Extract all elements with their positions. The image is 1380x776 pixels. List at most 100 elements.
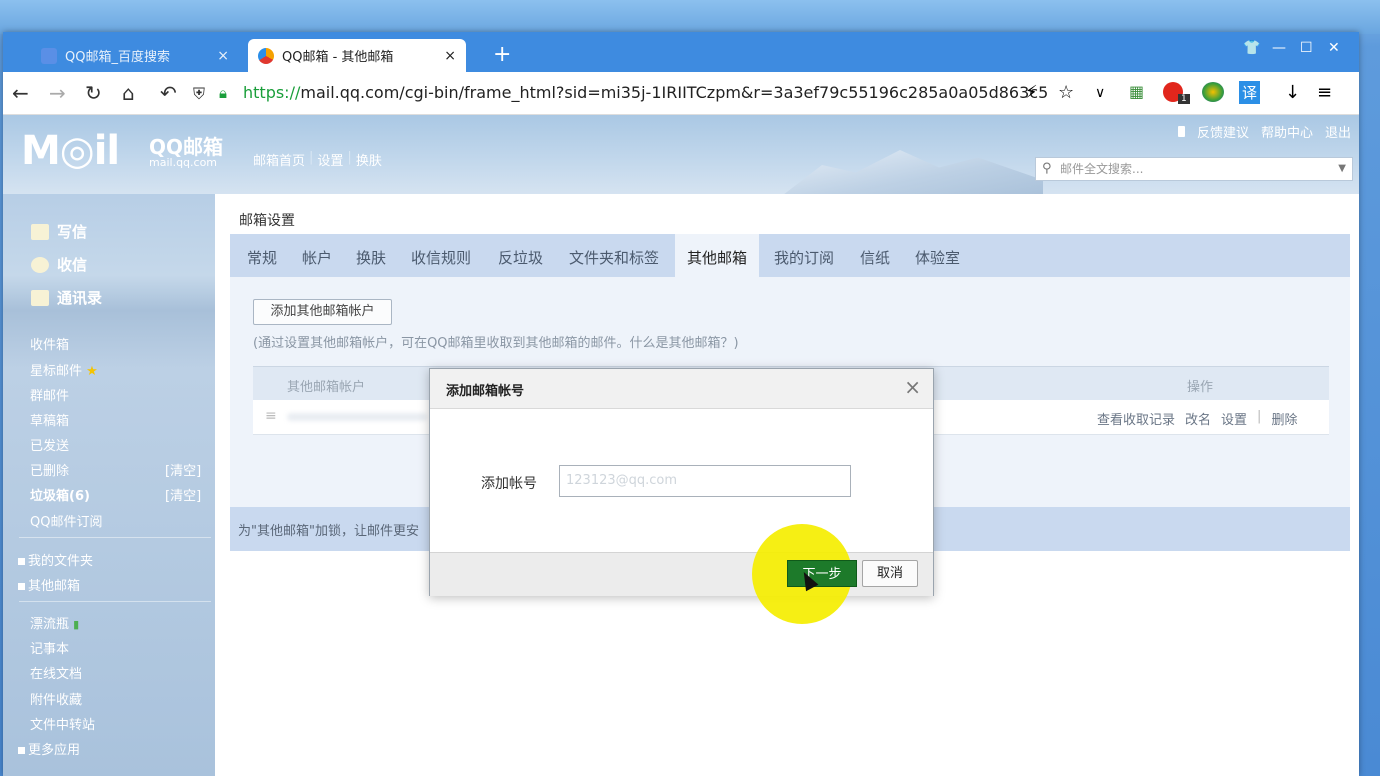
tab-general[interactable]: 常规 xyxy=(247,234,277,277)
tab-skin[interactable]: 换肤 xyxy=(356,234,386,277)
separator: | xyxy=(1257,409,1262,424)
tab-subscriptions[interactable]: 我的订阅 xyxy=(774,234,834,277)
forward-icon[interactable]: → xyxy=(49,81,66,105)
account-field-label: 添加帐号 xyxy=(481,476,537,492)
dialog-title: 添加邮箱帐号 xyxy=(446,384,525,399)
address-bar: ← → ↻ ⌂ ↶ ⛨ 🔒︎ https://mail.qq.com/cgi-b… xyxy=(3,72,1359,115)
delete-link[interactable]: 删除 xyxy=(1271,409,1297,428)
sidebar-item-notebook[interactable]: 记事本 xyxy=(30,638,69,657)
tab-account[interactable]: 帐户 xyxy=(302,234,332,277)
undo-icon[interactable]: ↶ xyxy=(160,81,177,105)
nav-settings[interactable]: 设置 xyxy=(317,150,343,169)
tab-anti-spam[interactable]: 反垃圾 xyxy=(498,234,543,277)
drag-handle-icon[interactable]: ≡ xyxy=(265,408,277,424)
sidebar-label: 收信 xyxy=(57,256,88,274)
close-icon[interactable]: × xyxy=(904,375,921,399)
translate-icon[interactable]: 译 xyxy=(1239,81,1261,104)
sidebar-item-attachments[interactable]: 附件收藏 xyxy=(30,689,82,708)
tab-baidu-search[interactable]: QQ邮箱_百度搜索 × xyxy=(31,39,239,72)
sidebar-item-starred[interactable]: 星标邮件 ★ xyxy=(30,360,98,379)
sidebar-item-drift-bottle[interactable]: 漂流瓶 ▮ xyxy=(30,613,79,632)
account-input[interactable]: 123123@qq.com xyxy=(559,465,851,497)
desktop-background xyxy=(0,0,1380,34)
cancel-button[interactable]: 取消 xyxy=(862,560,918,587)
next-step-button[interactable]: 下一步 xyxy=(787,560,857,587)
tab-lab[interactable]: 体验室 xyxy=(915,234,960,277)
link-feedback[interactable]: 反馈建议 xyxy=(1197,122,1249,141)
sidebar-group-my-folders[interactable]: 我的文件夹 xyxy=(18,550,93,569)
lock-icon: 🔒︎ xyxy=(219,84,227,102)
tab-folders-labels[interactable]: 文件夹和标签 xyxy=(569,234,659,277)
chevron-down-icon[interactable]: ▼ xyxy=(1338,158,1346,180)
sidebar-item-online-docs[interactable]: 在线文档 xyxy=(30,663,82,682)
sidebar-item-spam[interactable]: 垃圾箱(6) xyxy=(30,485,90,504)
sidebar-compose[interactable]: 写信 xyxy=(31,221,87,242)
tab-receive-rules[interactable]: 收信规则 xyxy=(411,234,471,277)
link-logout[interactable]: 退出 xyxy=(1325,122,1351,141)
sidebar-contacts[interactable]: 通讯录 xyxy=(31,287,102,308)
apps-grid-icon[interactable]: ▦ xyxy=(1129,82,1144,101)
reload-icon[interactable]: ↻ xyxy=(85,81,102,105)
sidebar-label: 漂流瓶 xyxy=(30,617,70,632)
sidebar-item-subscriptions[interactable]: QQ邮件订阅 xyxy=(30,511,102,530)
globe-icon[interactable] xyxy=(1202,82,1224,102)
expand-icon xyxy=(18,583,25,590)
phone-icon[interactable] xyxy=(1177,126,1185,137)
shield-icon[interactable]: ⛨ xyxy=(193,84,205,104)
nav-mail-home[interactable]: 邮箱首页 xyxy=(253,150,305,169)
close-tab-icon[interactable]: × xyxy=(217,48,229,64)
maximize-button[interactable]: ☐ xyxy=(1300,40,1313,56)
url-scheme: https:// xyxy=(243,83,301,102)
link-help[interactable]: 帮助中心 xyxy=(1261,122,1313,141)
lightning-icon[interactable]: ⚡︎ xyxy=(1025,82,1038,103)
sidebar-item-group[interactable]: 群邮件 xyxy=(30,385,69,404)
sidebar-label: 写信 xyxy=(57,223,88,241)
logo-url: mail.qq.com xyxy=(149,156,218,169)
sidebar-item-sent[interactable]: 已发送 xyxy=(30,435,69,454)
skin-icon[interactable]: 👕 xyxy=(1243,40,1260,56)
sidebar-label: 更多应用 xyxy=(28,743,81,758)
sidebar-item-deleted[interactable]: 已删除 xyxy=(30,460,69,479)
sidebar-group-other-mail[interactable]: 其他邮箱 xyxy=(18,575,80,594)
tab-title: QQ邮箱 - 其他邮箱 xyxy=(282,50,394,65)
back-icon[interactable]: ← xyxy=(12,81,29,105)
star-icon: ★ xyxy=(86,364,98,379)
sidebar-receive[interactable]: 收信 xyxy=(31,254,87,275)
clear-deleted-link[interactable]: [清空] xyxy=(165,460,201,479)
tab-title: QQ邮箱_百度搜索 xyxy=(65,50,170,65)
hint-text: (通过设置其他邮箱帐户，可在QQ邮箱里收取到其他邮箱的邮件。什么是其他邮箱？) xyxy=(253,336,739,351)
blurred-account xyxy=(287,413,427,421)
sidebar: 写信 收信 通讯录 收件箱 星标邮件 ★ 群邮件 草稿箱 已发送 已删除 [清空… xyxy=(3,194,215,776)
settings-link[interactable]: 设置 xyxy=(1221,409,1247,428)
sidebar-item-drafts[interactable]: 草稿箱 xyxy=(30,410,69,429)
mail-search-input[interactable]: ⚲ 邮件全文搜索... ▼ xyxy=(1035,157,1353,181)
chevron-down-icon[interactable]: ∨ xyxy=(1095,85,1105,101)
url-field[interactable]: https://mail.qq.com/cgi-bin/frame_html?s… xyxy=(243,83,1048,102)
compose-icon xyxy=(31,223,49,240)
tab-stationery[interactable]: 信纸 xyxy=(860,234,890,277)
bottle-icon: ▮ xyxy=(73,618,80,631)
minimize-button[interactable]: — xyxy=(1272,40,1286,56)
url-text: mail.qq.com/cgi-bin/frame_html?sid=mi35j… xyxy=(300,83,1049,102)
rename-link[interactable]: 改名 xyxy=(1185,409,1211,428)
download-icon[interactable]: ↓ xyxy=(1285,82,1300,103)
clear-spam-link[interactable]: [清空] xyxy=(165,485,201,504)
sidebar-item-inbox[interactable]: 收件箱 xyxy=(30,334,69,353)
search-placeholder: 邮件全文搜索... xyxy=(1060,162,1144,176)
nav-skin[interactable]: 换肤 xyxy=(356,150,382,169)
close-window-button[interactable]: ✕ xyxy=(1328,40,1340,56)
new-tab-button[interactable]: + xyxy=(493,42,511,67)
tab-other-mail[interactable]: 其他邮箱 xyxy=(675,234,760,277)
sidebar-more-apps[interactable]: 更多应用 xyxy=(18,739,80,758)
home-icon[interactable]: ⌂ xyxy=(122,81,135,105)
menu-icon[interactable]: ≡ xyxy=(1317,82,1332,103)
top-links: 反馈建议 帮助中心 退出 xyxy=(1177,122,1351,141)
star-icon[interactable]: ☆ xyxy=(1058,82,1074,103)
lock-notice-text: 为"其他邮箱"加锁，让邮件更安 xyxy=(238,524,419,539)
tab-qq-mail[interactable]: QQ邮箱 - 其他邮箱 × xyxy=(248,39,466,72)
close-tab-icon[interactable]: × xyxy=(444,48,456,64)
mail-logo: M◎il xyxy=(21,128,120,174)
sidebar-item-file-transfer[interactable]: 文件中转站 xyxy=(30,714,95,733)
add-other-account-button[interactable]: 添加其他邮箱帐户 xyxy=(253,299,392,325)
view-fetch-log-link[interactable]: 查看收取记录 xyxy=(1097,409,1175,428)
